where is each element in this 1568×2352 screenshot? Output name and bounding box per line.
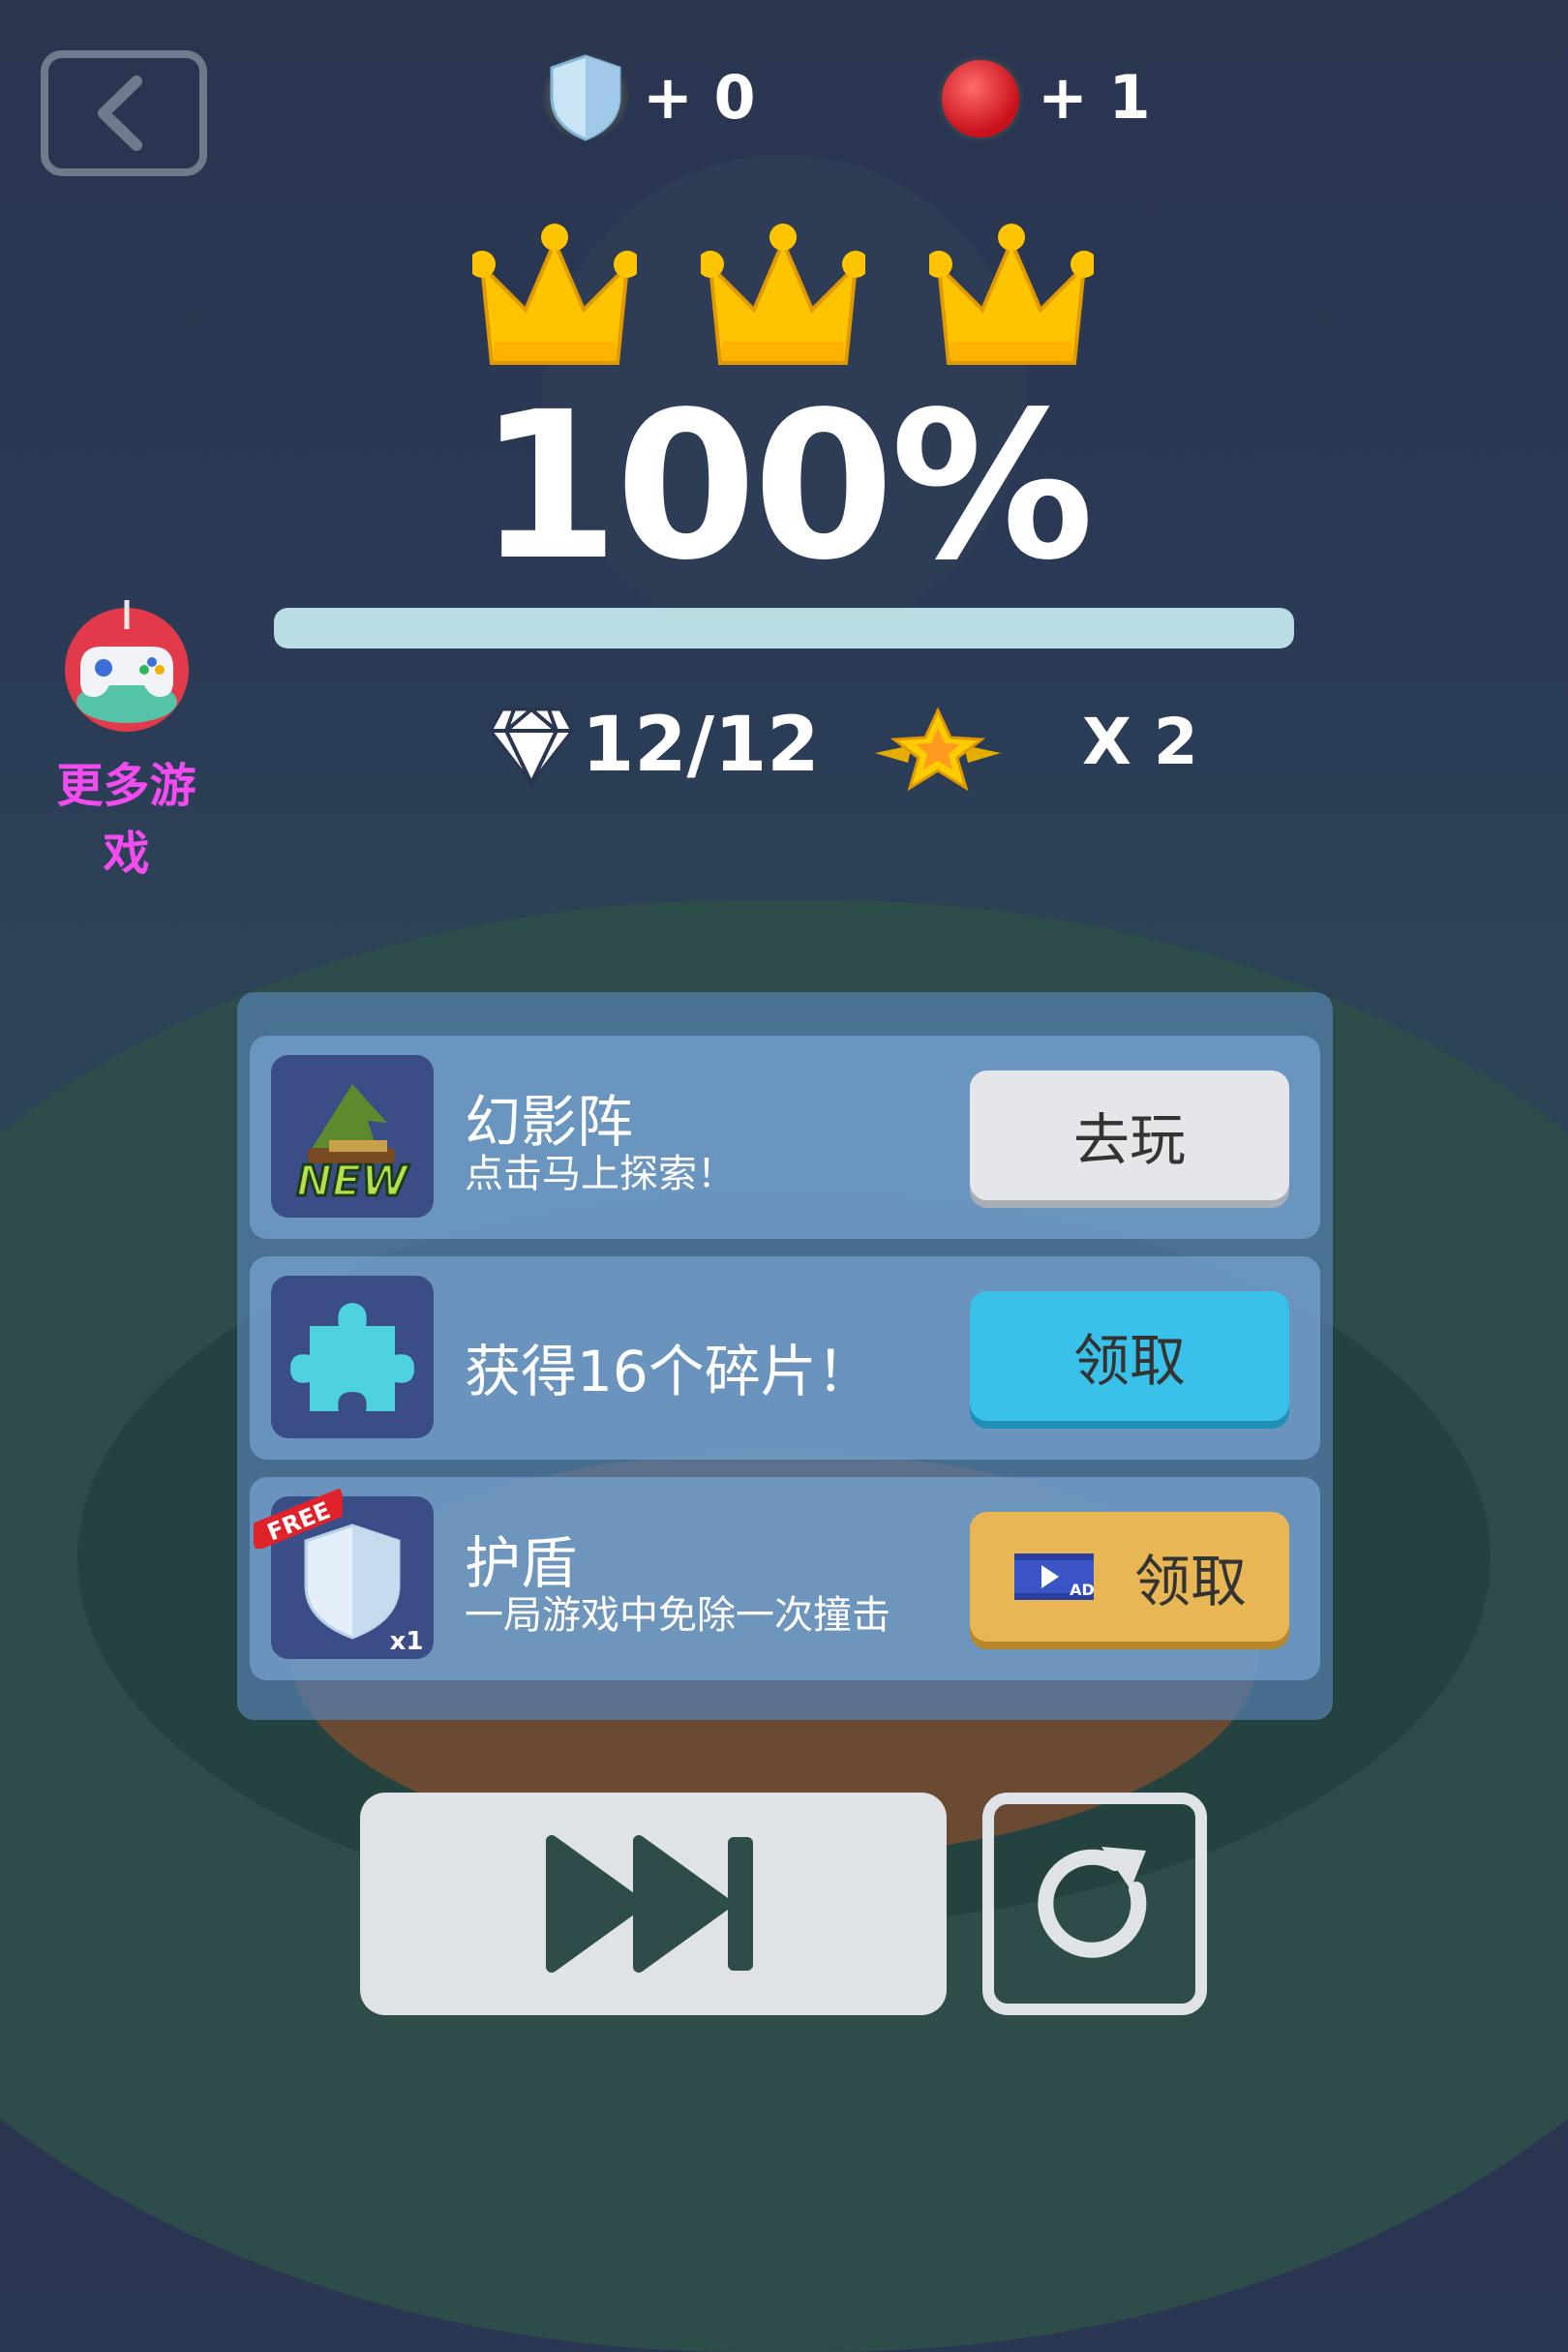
play-button[interactable]: 去玩 [970, 1070, 1289, 1200]
crown-icon [929, 224, 1094, 365]
gamepad-icon [64, 600, 189, 732]
reward-title: 获得16个碎片！ [465, 1339, 873, 1404]
shield-quantity: x1 [390, 1627, 424, 1656]
winged-star-icon [875, 707, 1001, 792]
reward-row-fragments: 获得16个碎片！ 领取 [250, 1256, 1320, 1460]
ball-counter: + 1 [937, 53, 1151, 143]
watch-ad-claim-button[interactable]: AD 领取 [970, 1512, 1289, 1642]
diamond-icon [489, 707, 574, 787]
claim-button-label: 领取 [1133, 1549, 1247, 1614]
claim-button-label: 领取 [1072, 1328, 1186, 1394]
multiplier: X 2 [1082, 705, 1198, 779]
reward-subtitle: 点击马上探索！ [465, 1152, 736, 1196]
wizard-hat-icon: NEW [271, 1055, 434, 1218]
completion-percent: 100% [477, 368, 1095, 605]
video-ad-icon: AD [1013, 1553, 1095, 1600]
play-button-label: 去玩 [1072, 1107, 1186, 1173]
retry-button[interactable] [982, 1793, 1207, 2015]
ball-count: + 1 [1038, 61, 1151, 133]
chevron-left-icon [98, 75, 142, 151]
back-button[interactable] [41, 50, 207, 176]
red-ball-icon [937, 54, 1024, 143]
restart-icon [1038, 1847, 1147, 1958]
progress-fill [274, 608, 1294, 648]
shield-count: + 0 [643, 61, 756, 133]
progress-bar [274, 608, 1294, 648]
claim-fragments-button[interactable]: 领取 [970, 1291, 1289, 1421]
puzzle-piece-icon [271, 1276, 434, 1438]
reward-row-new-game: NEW 幻影阵 点击马上探索！ 去玩 [250, 1036, 1320, 1239]
gem-stat: 12/12 [489, 702, 820, 789]
next-level-button[interactable] [360, 1793, 947, 2015]
reward-row-shield: x1 FREE 护盾 一局游戏中免除一次撞击 AD 领取 [250, 1477, 1320, 1680]
shield-counter: + 0 [542, 52, 756, 141]
crown-icon [701, 224, 865, 365]
crown-icon [472, 224, 637, 365]
svg-text:AD: AD [1070, 1581, 1095, 1599]
reward-subtitle: 一局游戏中免除一次撞击 [465, 1593, 890, 1638]
shield-icon [542, 52, 629, 141]
more-games-button[interactable]: 更多游戏 [37, 600, 216, 883]
gem-count: 12/12 [582, 702, 820, 789]
free-badge: FREE [254, 1488, 343, 1549]
fast-forward-icon [546, 1835, 753, 1973]
more-games-label: 更多游戏 [56, 759, 196, 881]
svg-text:FREE: FREE [263, 1496, 334, 1546]
new-badge: NEW [296, 1157, 410, 1206]
